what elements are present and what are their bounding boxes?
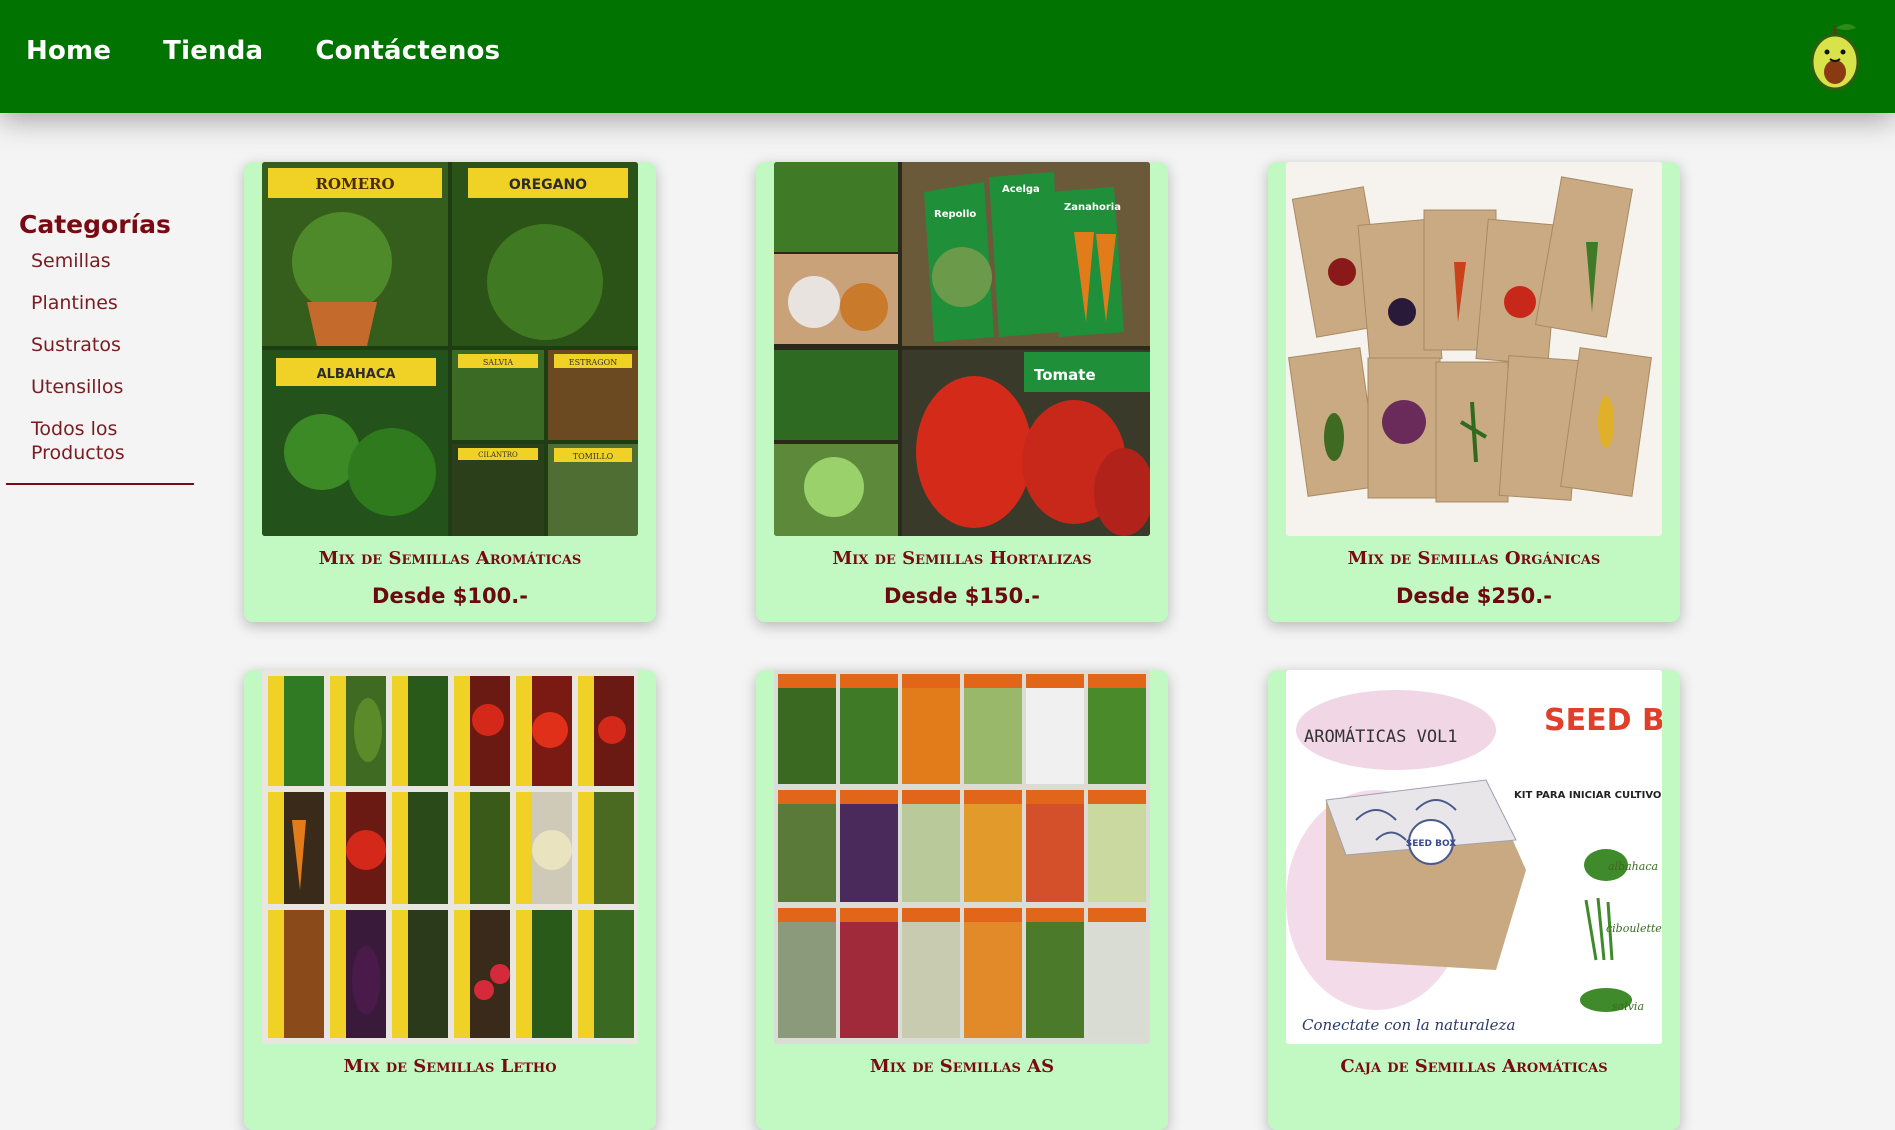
product-price: Desde $100.- [372,584,528,608]
box-label-aromaticas-vol1: AROMÁTICAS VOL1 [1304,725,1458,747]
avocado-logo-icon[interactable] [1800,14,1870,94]
categories-title: Categorías [19,210,171,239]
category-plantines-link[interactable]: Plantines [31,291,151,315]
seed-label-tomate: Tomate [1034,366,1096,384]
box-label-seed-box-stamp: SEED BOX [1406,839,1457,849]
category-semillas-link[interactable]: Semillas [31,249,151,273]
product-card-hortalizas[interactable]: Repollo Acelga Zanahoria Tomate Mix de S… [756,162,1168,622]
product-image-organicas[interactable] [1286,162,1662,536]
categories-list: Semillas Plantines Sustratos Utensillos … [6,249,194,465]
product-title[interactable]: Mix de Semillas AS [756,1056,1168,1077]
seed-label-estragon: ESTRAGON [569,358,617,367]
product-price: Desde $250.- [1396,584,1552,608]
seed-label-romero: ROMERO [315,175,394,193]
product-card-letho[interactable]: Mix de Semillas Letho [244,670,656,1130]
product-card-aromaticas[interactable]: ROMERO OREGANO ALBAHACA SALVIA ESTRAGON … [244,162,656,622]
product-price: Desde $150.- [884,584,1040,608]
sidebar-divider [6,483,194,485]
nav-contacto-link[interactable]: Contáctenos [315,36,500,66]
category-todos-link[interactable]: Todos los Productos [31,417,151,465]
product-title[interactable]: Mix de Semillas Aromáticas [244,548,656,569]
category-utensillos-link[interactable]: Utensillos [31,375,151,399]
main-nav: Home Tienda Contáctenos [26,36,500,66]
categories-sidebar: Categorías Semillas Plantines Sustratos … [6,210,194,485]
box-label-seed-box: SEED BOX [1544,703,1662,738]
nav-home-link[interactable]: Home [26,36,111,66]
box-label-albahaca: albahaca [1608,860,1658,873]
product-title[interactable]: Caja de Semillas Aromáticas [1268,1056,1680,1077]
top-navbar: Home Tienda Contáctenos [0,0,1895,113]
nav-tienda-link[interactable]: Tienda [163,36,263,66]
seed-label-oregano: OREGANO [509,177,587,193]
product-image-caja-aromaticas[interactable]: AROMÁTICAS VOL1 SEED BOX KIT PARA INICIA… [1286,670,1662,1044]
product-card-as[interactable]: Mix de Semillas AS [756,670,1168,1130]
product-image-aromaticas[interactable]: ROMERO OREGANO ALBAHACA SALVIA ESTRAGON … [262,162,638,536]
seed-label-cilantro: CILANTRO [478,451,518,459]
product-title[interactable]: Mix de Semillas Letho [244,1056,656,1077]
product-image-as[interactable] [774,670,1150,1044]
product-image-hortalizas[interactable]: Repollo Acelga Zanahoria Tomate [774,162,1150,536]
product-title[interactable]: Mix de Semillas Orgánicas [1268,548,1680,569]
seed-label-acelga: Acelga [1002,184,1040,195]
box-label-salvia: salvia [1612,1000,1644,1013]
seed-label-tomillo: TOMILLO [573,452,614,461]
product-image-letho[interactable] [262,670,638,1044]
seed-label-zanahoria: Zanahoria [1064,202,1121,213]
seed-label-albahaca: ALBAHACA [317,367,396,382]
seed-label-repollo: Repollo [934,209,976,220]
box-label-kit-iniciar: KIT PARA INICIAR CULTIVOS [1514,790,1662,801]
product-card-organicas[interactable]: Mix de Semillas Orgánicas Desde $250.- [1268,162,1680,622]
box-label-ciboulette: ciboulette [1606,922,1662,935]
box-label-conectate: Conectate con la naturaleza [1302,1016,1515,1034]
product-title[interactable]: Mix de Semillas Hortalizas [756,548,1168,569]
seed-label-salvia: SALVIA [483,358,514,367]
category-sustratos-link[interactable]: Sustratos [31,333,151,357]
product-card-caja-aromaticas[interactable]: AROMÁTICAS VOL1 SEED BOX KIT PARA INICIA… [1268,670,1680,1130]
